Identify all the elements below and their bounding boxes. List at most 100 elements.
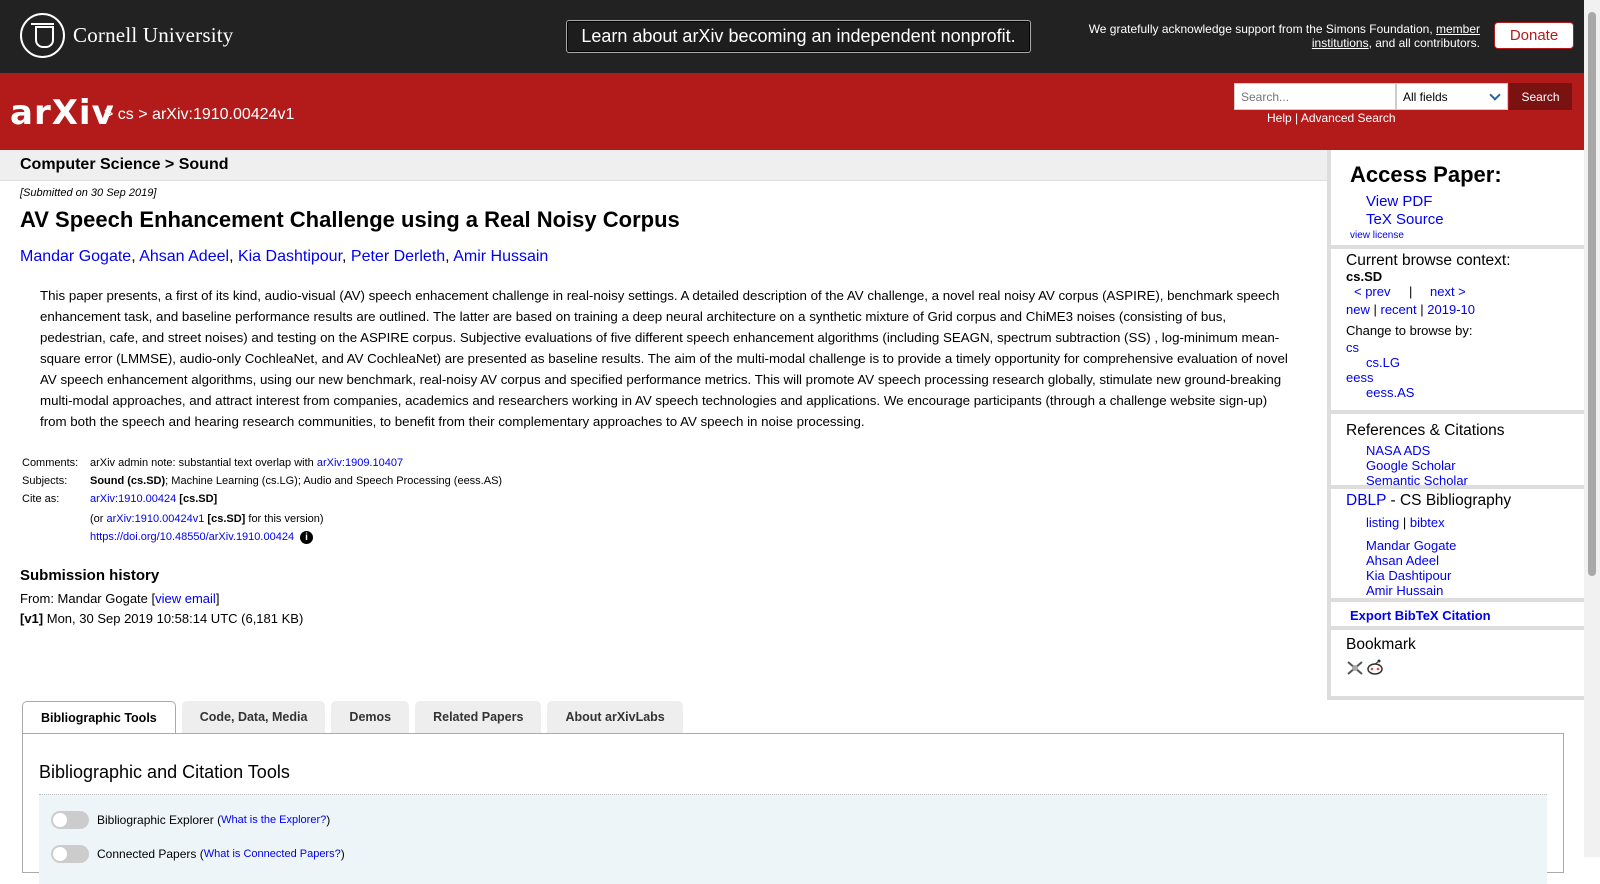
author-link[interactable]: Ahsan Adeel xyxy=(139,248,229,265)
sidebar: Access Paper: View PDF TeX Source view l… xyxy=(1327,150,1584,700)
arxiv-logo[interactable]: arXiv xyxy=(10,93,115,133)
dblp-section: DBLP - CS Bibliography listing | bibtex … xyxy=(1331,489,1584,602)
nonprofit-banner[interactable]: Learn about arXiv becoming an independen… xyxy=(566,20,1031,53)
export-bibtex-link[interactable]: Export BibTeX Citation xyxy=(1350,608,1491,623)
comments-label: Comments: xyxy=(22,457,79,469)
month-link[interactable]: 2019-10 xyxy=(1427,302,1475,317)
comments-value: arXiv admin note: substantial text overl… xyxy=(90,457,404,469)
dblp-listing-links: listing | bibtex xyxy=(1366,515,1445,530)
dblp-author-link[interactable]: Mandar Gogate xyxy=(1366,538,1456,553)
references-title: References & Citations xyxy=(1346,422,1505,439)
search-button[interactable]: Search xyxy=(1509,83,1572,110)
author-link[interactable]: Mandar Gogate xyxy=(20,248,131,265)
tab-demos[interactable]: Demos xyxy=(331,701,410,733)
cornell-top-bar: Cornell University Learn about arXiv bec… xyxy=(0,0,1584,73)
submission-history-title: Submission history xyxy=(20,567,160,584)
dblp-author-link[interactable]: Kia Dashtipour xyxy=(1366,568,1451,583)
submission-from: From: Mandar Gogate [view email] xyxy=(20,591,220,606)
tab-panel: Bibliographic and Citation Tools Bibliog… xyxy=(22,733,1564,884)
tools-box: Bibliographic Explorer (What is the Expl… xyxy=(39,794,1547,884)
semantic-scholar-link[interactable]: Semantic Scholar xyxy=(1366,473,1468,488)
access-paper-title: Access Paper: xyxy=(1350,162,1502,187)
tab-related-papers[interactable]: Related Papers xyxy=(415,701,542,733)
dblp-author-link[interactable]: Ahsan Adeel xyxy=(1366,553,1439,568)
tab-bibliographic-tools[interactable]: Bibliographic Tools xyxy=(22,701,176,734)
connected-papers-toggle[interactable] xyxy=(51,845,89,863)
explorer-toggle[interactable] xyxy=(51,811,89,829)
explorer-help-link[interactable]: What is the Explorer? xyxy=(221,814,326,826)
chevron-down-icon xyxy=(1489,89,1501,101)
cite-v1-link[interactable]: arXiv:1910.00424v1 xyxy=(107,513,205,525)
page-scrollbar[interactable] xyxy=(1584,0,1600,857)
related-arxiv-link[interactable]: arXiv:1909.10407 xyxy=(317,457,403,469)
browse-context-value: cs.SD xyxy=(1346,269,1383,284)
subjects-label: Subjects: xyxy=(22,475,68,487)
dblp-title: DBLP - CS Bibliography xyxy=(1346,492,1512,509)
prev-link[interactable]: < prev xyxy=(1354,284,1391,299)
advanced-search-link[interactable]: Advanced Search xyxy=(1301,111,1396,125)
comments-row: Comments: arXiv admin note: substantial … xyxy=(20,455,504,473)
listing-link[interactable]: listing xyxy=(1366,515,1399,530)
author-link[interactable]: Amir Hussain xyxy=(453,248,548,265)
submitted-date: [Submitted on 30 Sep 2019] xyxy=(20,187,157,199)
cornell-seal-icon xyxy=(20,13,65,58)
paper-title: AV Speech Enhancement Challenge using a … xyxy=(20,207,680,232)
tab-about-arxivlabs[interactable]: About arXivLabs xyxy=(547,701,683,733)
subject-header-title: Computer Science > Sound xyxy=(20,156,229,173)
bibsonomy-icon[interactable] xyxy=(1346,660,1364,676)
help-link[interactable]: Help xyxy=(1267,111,1292,125)
bookmark-title: Bookmark xyxy=(1346,636,1416,653)
browse-eess-as-link[interactable]: eess.AS xyxy=(1366,385,1414,400)
new-link[interactable]: new xyxy=(1346,302,1370,317)
info-icon[interactable]: i xyxy=(300,531,314,544)
search-input[interactable] xyxy=(1234,83,1396,110)
dblp-author-link[interactable]: Amir Hussain xyxy=(1366,583,1443,598)
view-email-link[interactable]: view email xyxy=(155,591,216,606)
tab-code-data-media[interactable]: Code, Data, Media xyxy=(181,701,326,733)
subject-header: Computer Science > Sound xyxy=(0,150,1327,181)
arxiv-header: arXiv > cs > arXiv:1910.00424v1 All fiel… xyxy=(0,73,1584,150)
cornell-logo[interactable]: Cornell University xyxy=(20,13,234,58)
browse-context-title: Current browse context: xyxy=(1346,252,1511,269)
tex-source-link[interactable]: TeX Source xyxy=(1366,211,1444,228)
scrollbar-thumb[interactable] xyxy=(1588,12,1596,576)
support-text: We gratefully acknowledge support from t… xyxy=(1088,22,1480,50)
references-section: References & Citations NASA ADS Google S… xyxy=(1331,414,1584,489)
author-link[interactable]: Kia Dashtipour xyxy=(238,248,342,265)
bibtex-link[interactable]: bibtex xyxy=(1410,515,1445,530)
recent-link[interactable]: recent xyxy=(1381,302,1417,317)
browse-list-links: new | recent | 2019-10 xyxy=(1346,302,1475,317)
browse-eess-link[interactable]: eess xyxy=(1346,370,1373,385)
doi-link[interactable]: https://doi.org/10.48550/arXiv.1910.0042… xyxy=(90,531,294,543)
browse-context-section: Current browse context: cs.SD < prev | n… xyxy=(1331,249,1584,414)
access-paper-section: Access Paper: View PDF TeX Source view l… xyxy=(1331,150,1584,249)
browse-cs-lg-link[interactable]: cs.LG xyxy=(1366,355,1400,370)
google-scholar-link[interactable]: Google Scholar xyxy=(1366,458,1456,473)
breadcrumb-cs[interactable]: cs xyxy=(118,106,134,123)
nasa-ads-link[interactable]: NASA ADS xyxy=(1366,443,1430,458)
cite-row: Cite as: arXiv:1910.00424 [cs.SD] (or ar… xyxy=(20,491,504,548)
cite-value: arXiv:1910.00424 [cs.SD] (or arXiv:1910.… xyxy=(90,493,324,544)
breadcrumb-id: arXiv:1910.00424v1 xyxy=(152,106,295,123)
dblp-link[interactable]: DBLP xyxy=(1346,492,1386,509)
cornell-name: Cornell University xyxy=(73,23,234,47)
author-link[interactable]: Peter Derleth xyxy=(351,248,445,265)
metadata-table: Comments: arXiv admin note: substantial … xyxy=(20,455,504,548)
subjects-row: Subjects: Sound (cs.SD); Machine Learnin… xyxy=(20,473,504,491)
bibliographic-explorer-row: Bibliographic Explorer (What is the Expl… xyxy=(51,811,330,829)
connected-papers-row: Connected Papers (What is Connected Pape… xyxy=(51,845,345,863)
donate-button[interactable]: Donate xyxy=(1494,22,1574,49)
connected-papers-help-link[interactable]: What is Connected Papers? xyxy=(204,848,341,860)
view-pdf-link[interactable]: View PDF xyxy=(1366,193,1432,210)
view-license-link[interactable]: view license xyxy=(1350,230,1404,241)
browse-cs-link[interactable]: cs xyxy=(1346,340,1359,355)
change-browse-label: Change to browse by: xyxy=(1346,323,1473,338)
cite-link[interactable]: arXiv:1910.00424 xyxy=(90,493,176,505)
abstract: This paper presents, a first of its kind… xyxy=(40,288,1288,429)
subjects-value: Sound (cs.SD); Machine Learning (cs.LG);… xyxy=(90,475,503,487)
reddit-icon[interactable] xyxy=(1366,658,1384,676)
version-v1: [v1] Mon, 30 Sep 2019 10:58:14 UTC (6,18… xyxy=(20,611,304,626)
next-link[interactable]: next > xyxy=(1430,284,1466,299)
breadcrumb: > cs > arXiv:1910.00424v1 xyxy=(104,106,295,123)
search-field-select[interactable]: All fields xyxy=(1396,83,1508,110)
